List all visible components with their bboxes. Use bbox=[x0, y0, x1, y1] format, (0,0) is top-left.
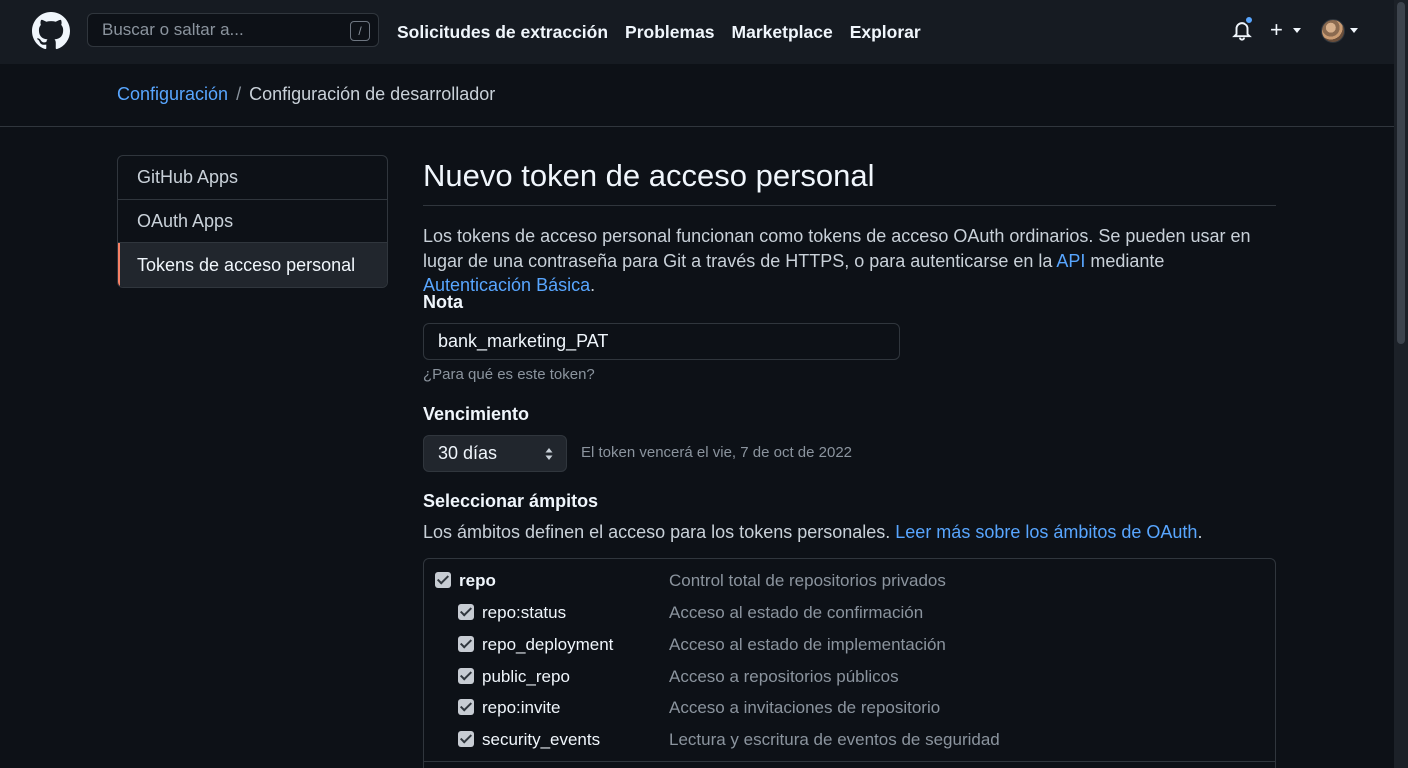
intro-text: Los tokens de acceso personal funcionan … bbox=[423, 224, 1276, 298]
expiration-hint: El token vencerá el vie, 7 de oct de 202… bbox=[581, 444, 853, 461]
scope-checkbox[interactable] bbox=[458, 699, 474, 715]
note-hint: ¿Para qué es este token? bbox=[423, 366, 595, 383]
api-link[interactable]: API bbox=[1056, 251, 1085, 271]
scope-name: repo:status bbox=[482, 603, 567, 622]
scope-description: Acceso a invitaciones de repositorio bbox=[669, 698, 941, 717]
scope-row-repo-status: repo:status Acceso al estado de confirma… bbox=[424, 604, 1275, 636]
intro-text-part: mediante bbox=[1085, 250, 1165, 271]
nav-pull-requests[interactable]: Solicitudes de extracción bbox=[397, 22, 608, 43]
breadcrumb: Configuración / Configuración de desarro… bbox=[117, 84, 495, 105]
scope-name: repo:invite bbox=[482, 698, 561, 717]
expiration-select[interactable]: 30 días bbox=[423, 435, 567, 472]
note-label: Nota bbox=[423, 292, 463, 312]
scope-name: public_repo bbox=[482, 667, 570, 686]
scope-name: security_events bbox=[482, 730, 601, 749]
scope-description: Acceso al estado de confirmación bbox=[669, 603, 924, 622]
oauth-scopes-link[interactable]: Leer más sobre los ámbitos de OAuth bbox=[895, 522, 1197, 542]
chevron-down-icon[interactable] bbox=[1293, 28, 1301, 33]
breadcrumb-current: Configuración de desarrollador bbox=[249, 84, 496, 104]
divider bbox=[423, 205, 1276, 206]
scope-name: repo bbox=[459, 571, 496, 590]
nav-issues[interactable]: Problemas bbox=[625, 22, 714, 43]
plus-icon[interactable]: + bbox=[1270, 18, 1283, 42]
notification-dot bbox=[1244, 15, 1254, 25]
expiration-value: 30 días bbox=[438, 443, 498, 463]
intro-text-part: . bbox=[590, 275, 596, 295]
scope-row-repo-invite: repo:invite Acceso a invitaciones de rep… bbox=[424, 699, 1275, 731]
sidebar-item-oauth-apps[interactable]: OAuth Apps bbox=[118, 200, 387, 244]
note-input[interactable] bbox=[423, 323, 900, 360]
scopes-description-text: . bbox=[1197, 522, 1203, 542]
scope-description: Control total de repositorios privados bbox=[669, 571, 946, 590]
divider bbox=[424, 761, 1275, 762]
scrollbar-thumb[interactable] bbox=[1397, 2, 1405, 344]
page-title: Nuevo token de acceso personal bbox=[423, 158, 875, 193]
divider bbox=[0, 126, 1394, 127]
github-logo-icon[interactable] bbox=[32, 12, 70, 50]
expiration-label: Vencimiento bbox=[423, 404, 530, 424]
avatar[interactable] bbox=[1321, 19, 1345, 43]
scopes-label: Seleccionar ámpitos bbox=[423, 491, 599, 511]
top-header: Buscar o saltar a... / Solicitudes de ex… bbox=[0, 0, 1394, 64]
scope-name: repo_deployment bbox=[482, 635, 614, 654]
top-nav: Solicitudes de extracción Problemas Mark… bbox=[397, 0, 921, 64]
scope-checkbox[interactable] bbox=[458, 731, 474, 747]
search-input[interactable]: Buscar o saltar a... / bbox=[87, 13, 379, 47]
sidebar-item-github-apps[interactable]: GitHub Apps bbox=[118, 156, 387, 200]
breadcrumb-settings-link[interactable]: Configuración bbox=[117, 84, 228, 105]
chevron-down-icon[interactable] bbox=[1350, 28, 1358, 33]
select-arrows-icon bbox=[545, 448, 553, 460]
scope-checkbox[interactable] bbox=[458, 636, 474, 652]
nav-explore[interactable]: Explorar bbox=[850, 22, 921, 43]
sidebar-item-personal-tokens[interactable]: Tokens de acceso personal bbox=[118, 243, 387, 287]
scope-row-repo-deployment: repo_deployment Acceso al estado de impl… bbox=[424, 636, 1275, 668]
scope-row-security-events: security_events Lectura y escritura de e… bbox=[424, 731, 1275, 763]
main-content: Nuevo token de acceso personal Los token… bbox=[423, 155, 1276, 768]
scopes-description-text: Los ámbitos definen el acceso para los t… bbox=[423, 522, 896, 542]
nav-marketplace[interactable]: Marketplace bbox=[732, 22, 833, 43]
scopes-list: repo Control total de repositorios priva… bbox=[423, 558, 1276, 768]
scope-checkbox[interactable] bbox=[458, 668, 474, 684]
search-placeholder: Buscar o saltar a... bbox=[102, 20, 244, 39]
scope-checkbox[interactable] bbox=[435, 572, 451, 588]
breadcrumb-separator: / bbox=[236, 84, 242, 104]
scope-checkbox[interactable] bbox=[458, 604, 474, 620]
scopes-description: Los ámbitos definen el acceso para los t… bbox=[423, 522, 1202, 543]
developer-settings-sidebar: GitHub Apps OAuth Apps Tokens de acceso … bbox=[117, 155, 388, 288]
scope-description: Lectura y escritura de eventos de seguri… bbox=[669, 730, 1000, 749]
scope-description: Acceso al estado de implementación bbox=[669, 635, 946, 654]
search-shortcut-key: / bbox=[350, 21, 370, 41]
scope-description: Acceso a repositorios públicos bbox=[669, 667, 899, 686]
scope-row-repo: repo Control total de repositorios priva… bbox=[424, 572, 1275, 604]
scope-row-public-repo: public_repo Acceso a repositorios públic… bbox=[424, 668, 1275, 700]
